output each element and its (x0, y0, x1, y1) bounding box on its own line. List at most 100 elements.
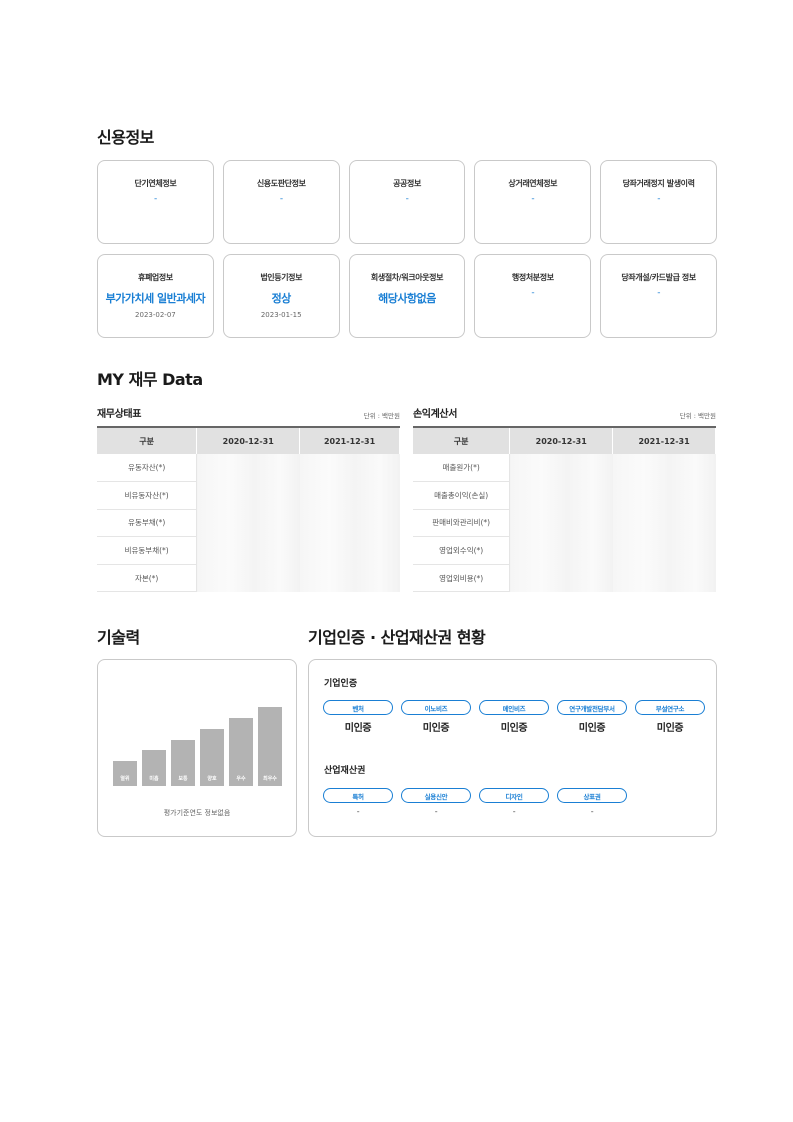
table-header-row: 구분 2020-12-31 2021-12-31 (97, 426, 400, 454)
table-row: 매출원가(*) (413, 454, 716, 483)
ip-status: - (590, 807, 594, 816)
blurred-cell (509, 481, 613, 510)
row-label: 유동부채(*) (97, 509, 198, 538)
blurred-cell (612, 564, 716, 592)
ip-items: 특허 - 실용신안 - 디자인 - 상표권 - (323, 788, 627, 816)
ip-status: - (356, 807, 360, 816)
balance-sheet-title: 재무상태표 (97, 409, 142, 420)
row-label: 비유동부채(*) (97, 536, 198, 565)
row-label: 영업외수익(*) (413, 536, 511, 565)
blurred-cell (612, 481, 716, 510)
cert-mainbiz-pill[interactable]: 메인비즈 (479, 700, 549, 715)
card-title: 상거래연체정보 (508, 179, 558, 188)
cert-item: 부설연구소 미인증 (635, 700, 705, 734)
card-value: - (279, 194, 283, 204)
cert-item: 연구개발전담부서 미인증 (557, 700, 627, 734)
blurred-cell (612, 509, 716, 537)
ip-patent-pill[interactable]: 특허 (323, 788, 393, 803)
blurred-cell (509, 454, 613, 482)
blurred-cell (196, 564, 300, 592)
row-label: 매출원가(*) (413, 454, 511, 483)
credit-card-rehabilitation[interactable]: 회생절차/워크아웃정보 해당사항없음 (348, 254, 466, 338)
cert-status: 미인증 (656, 723, 684, 734)
tech-bar-best: 최우수 (258, 707, 282, 786)
credit-row-1: 단기연체정보 - 신용도판단정보 - 공공정보 - 상거래연체정보 - 당좌거래… (97, 160, 717, 244)
table-row: 유동자산(*) (97, 454, 400, 483)
tech-bar-excellent: 우수 (229, 718, 253, 786)
credit-card-credit-judgment[interactable]: 신용도판단정보 - (222, 160, 340, 244)
card-title: 휴폐업정보 (137, 273, 173, 282)
card-value: 정상 (271, 292, 292, 305)
card-value: 해당사항없음 (378, 292, 436, 305)
credit-card-grid: 단기연체정보 - 신용도판단정보 - 공공정보 - 상거래연체정보 - 당좌거래… (97, 160, 717, 348)
tech-bar-insufficient: 미흡 (142, 750, 166, 786)
row-label: 유동자산(*) (97, 454, 198, 483)
cert-status: 미인증 (344, 723, 372, 734)
ip-trademark-pill[interactable]: 상표권 (557, 788, 627, 803)
tech-panel: 열위 미흡 보통 양호 우수 최우수 평가기준연도 정보없음 (97, 659, 297, 837)
card-date: 2023-02-07 (135, 311, 176, 319)
tech-bar-average: 보통 (171, 740, 195, 786)
blurred-cell (196, 481, 300, 510)
credit-card-administrative-action[interactable]: 행정처분정보 - (474, 254, 592, 338)
credit-card-business-closure[interactable]: 휴폐업정보 부가가치세 일반과세자 2023-02-07 (97, 254, 214, 338)
cert-status: 미인증 (500, 723, 528, 734)
cert-item: 이노비즈 미인증 (401, 700, 471, 734)
ip-design-pill[interactable]: 디자인 (479, 788, 549, 803)
blurred-cell (196, 536, 300, 565)
credit-card-corporate-registry[interactable]: 법인등기정보 정상 2023-01-15 (222, 254, 340, 338)
table-header-row: 구분 2020-12-31 2021-12-31 (413, 426, 716, 454)
row-label: 비유동자산(*) (97, 481, 198, 510)
table-row: 매출총이익(손실) (413, 481, 716, 510)
ip-subtitle: 산업재산권 (324, 766, 366, 776)
credit-card-public-info[interactable]: 공공정보 - (348, 160, 466, 244)
card-value: - (657, 194, 660, 204)
income-statement: 손익계산서 단위 : 백만원 구분 2020-12-31 2021-12-31 … (413, 400, 716, 593)
card-value: - (531, 288, 535, 298)
card-title: 행정처분정보 (511, 273, 554, 282)
col-header: 2021-12-31 (612, 426, 716, 454)
cert-rnd-dept-pill[interactable]: 연구개발전담부서 (557, 700, 627, 715)
card-date: 2023-01-15 (260, 311, 302, 319)
tech-level-bars: 열위 미흡 보통 양호 우수 최우수 (113, 706, 283, 786)
ip-status: - (512, 807, 516, 816)
cert-items: 벤처 미인증 이노비즈 미인증 메인비즈 미인증 연구개발전담부서 미인증 부설… (323, 700, 705, 734)
blurred-cell (196, 454, 300, 482)
cert-status: 미인증 (422, 723, 450, 734)
tech-note: 평가기준연도 정보없음 (163, 809, 231, 817)
credit-card-checking-suspension[interactable]: 당좌거래정지 발생이력 - (600, 160, 717, 244)
tech-section-title: 기술력 (97, 628, 140, 647)
ip-status: - (434, 807, 438, 816)
card-title: 당좌개설/카드발급 정보 (621, 273, 696, 282)
blurred-cell (612, 454, 716, 482)
cert-panel: 기업인증 벤처 미인증 이노비즈 미인증 메인비즈 미인증 연구개발전담부서 미… (308, 659, 717, 837)
table-row: 영업외수익(*) (413, 536, 716, 565)
balance-sheet-unit: 단위 : 백만원 (363, 412, 400, 420)
credit-card-account-card-issue[interactable]: 당좌개설/카드발급 정보 - (600, 254, 717, 338)
table-row: 영업외비용(*) (413, 564, 716, 593)
cert-item: 메인비즈 미인증 (479, 700, 549, 734)
card-title: 신용도판단정보 (256, 179, 306, 188)
finance-section-title: MY 재무 Data (97, 370, 203, 389)
blurred-cell (509, 509, 613, 537)
credit-card-short-term-delinquency[interactable]: 단기연체정보 - (97, 160, 214, 244)
col-header: 2020-12-31 (509, 426, 614, 454)
credit-card-commercial-delinquency[interactable]: 상거래연체정보 - (474, 160, 592, 244)
blurred-cell (299, 564, 400, 592)
cert-innobiz-pill[interactable]: 이노비즈 (401, 700, 471, 715)
cert-status: 미인증 (578, 723, 606, 734)
income-statement-title: 손익계산서 (413, 409, 458, 420)
cert-research-lab-pill[interactable]: 부설연구소 (635, 700, 705, 715)
ip-utility-model-pill[interactable]: 실용신안 (401, 788, 471, 803)
blurred-cell (299, 454, 400, 482)
cert-venture-pill[interactable]: 벤처 (323, 700, 393, 715)
table-row: 판매비와관리비(*) (413, 509, 716, 538)
card-title: 단기연체정보 (134, 179, 177, 188)
balance-sheet-table: 구분 2020-12-31 2021-12-31 유동자산(*) 비유동자산(*… (97, 426, 400, 593)
blurred-cell (612, 536, 716, 565)
card-value: - (405, 194, 409, 204)
card-title: 공공정보 (393, 179, 421, 188)
row-label: 판매비와관리비(*) (413, 509, 511, 538)
card-title: 회생절차/워크아웃정보 (370, 273, 444, 282)
card-value: - (154, 194, 157, 204)
